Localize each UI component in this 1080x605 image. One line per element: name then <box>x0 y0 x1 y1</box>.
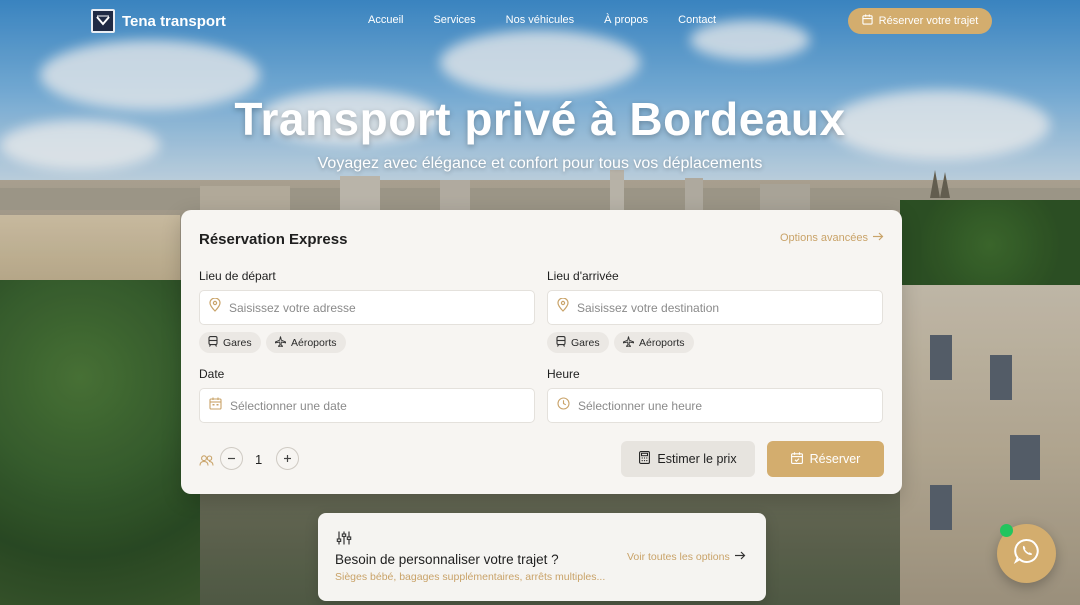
nav-link-a-propos[interactable]: À propos <box>604 14 648 26</box>
calendar-icon <box>862 14 873 28</box>
reserve-button[interactable]: Réserver <box>767 441 884 477</box>
time-input[interactable] <box>578 398 868 413</box>
calendar-icon <box>209 397 222 415</box>
calculator-icon <box>639 451 651 467</box>
top-nav: Tena transport Accueil Services Nos véhi… <box>0 0 1080 42</box>
customize-title: Besoin de personnaliser votre trajet ? <box>335 552 559 567</box>
nav-link-services[interactable]: Services <box>433 14 475 26</box>
passenger-count: 1 <box>255 452 263 467</box>
hero-subtitle: Voyagez avec élégance et confort pour to… <box>317 155 763 172</box>
passenger-increment-button[interactable] <box>276 447 299 470</box>
minus-icon <box>227 451 236 466</box>
customize-card: Besoin de personnaliser votre trajet ? S… <box>318 513 766 601</box>
hero-title: Transport privé à Bordeaux <box>234 93 846 145</box>
sliders-icon <box>336 531 352 550</box>
date-field[interactable] <box>199 388 535 423</box>
booking-card: Réservation Express Options avancées Lie… <box>181 210 902 494</box>
nav-links: Accueil Services Nos véhicules À propos … <box>368 14 746 26</box>
departure-chip-gares[interactable]: Gares <box>199 332 261 353</box>
chip-label: Aéroports <box>639 336 685 349</box>
plane-icon <box>623 335 634 350</box>
chip-label: Aéroports <box>291 336 337 349</box>
arrival-chip-aeroports[interactable]: Aéroports <box>614 332 694 353</box>
date-input[interactable] <box>230 398 520 413</box>
map-pin-icon <box>557 297 569 317</box>
nav-link-contact[interactable]: Contact <box>678 14 716 26</box>
arrow-right-icon <box>873 232 884 244</box>
chip-label: Gares <box>571 336 600 349</box>
advanced-options-link[interactable]: Options avancées <box>780 232 884 244</box>
book-trip-button[interactable]: Réserver votre trajet <box>848 8 992 34</box>
view-all-options-link[interactable]: Voir toutes les options <box>627 551 746 563</box>
train-icon <box>556 335 566 350</box>
plane-icon <box>275 335 286 350</box>
arrival-field[interactable] <box>547 290 883 325</box>
nav-link-vehicules[interactable]: Nos véhicules <box>506 14 574 26</box>
arrival-input[interactable] <box>577 300 867 315</box>
estimate-price-button[interactable]: Estimer le prix <box>621 441 755 477</box>
logo-icon <box>91 9 115 33</box>
arrow-right-icon <box>734 551 746 563</box>
online-status-dot <box>1000 524 1013 537</box>
departure-input[interactable] <box>229 300 519 315</box>
calendar-check-icon <box>790 451 803 467</box>
plus-icon <box>283 451 292 466</box>
users-icon <box>199 453 214 471</box>
booking-title: Réservation Express <box>199 231 348 248</box>
estimate-price-label: Estimer le prix <box>657 452 737 466</box>
departure-label: Lieu de départ <box>199 269 276 283</box>
view-all-options-label: Voir toutes les options <box>627 551 730 563</box>
departure-chip-aeroports[interactable]: Aéroports <box>266 332 346 353</box>
clock-icon <box>557 396 570 415</box>
date-label: Date <box>199 367 225 381</box>
train-icon <box>208 335 218 350</box>
time-label: Heure <box>547 367 580 381</box>
passenger-decrement-button[interactable] <box>220 447 243 470</box>
customize-subtitle: Sièges bébé, bagages supplémentaires, ar… <box>335 571 606 583</box>
book-trip-label: Réserver votre trajet <box>878 15 979 27</box>
departure-field[interactable] <box>199 290 535 325</box>
arrival-label: Lieu d'arrivée <box>547 269 619 283</box>
arrival-chip-gares[interactable]: Gares <box>547 332 609 353</box>
map-pin-icon <box>209 297 221 317</box>
reserve-label: Réserver <box>809 452 861 466</box>
brand-logo[interactable]: Tena transport <box>91 9 226 33</box>
brand-name: Tena transport <box>122 12 226 30</box>
whatsapp-icon <box>1013 537 1041 570</box>
advanced-options-label: Options avancées <box>779 232 868 244</box>
chip-label: Gares <box>223 336 252 349</box>
time-field[interactable] <box>547 388 883 423</box>
nav-link-accueil[interactable]: Accueil <box>368 14 403 26</box>
